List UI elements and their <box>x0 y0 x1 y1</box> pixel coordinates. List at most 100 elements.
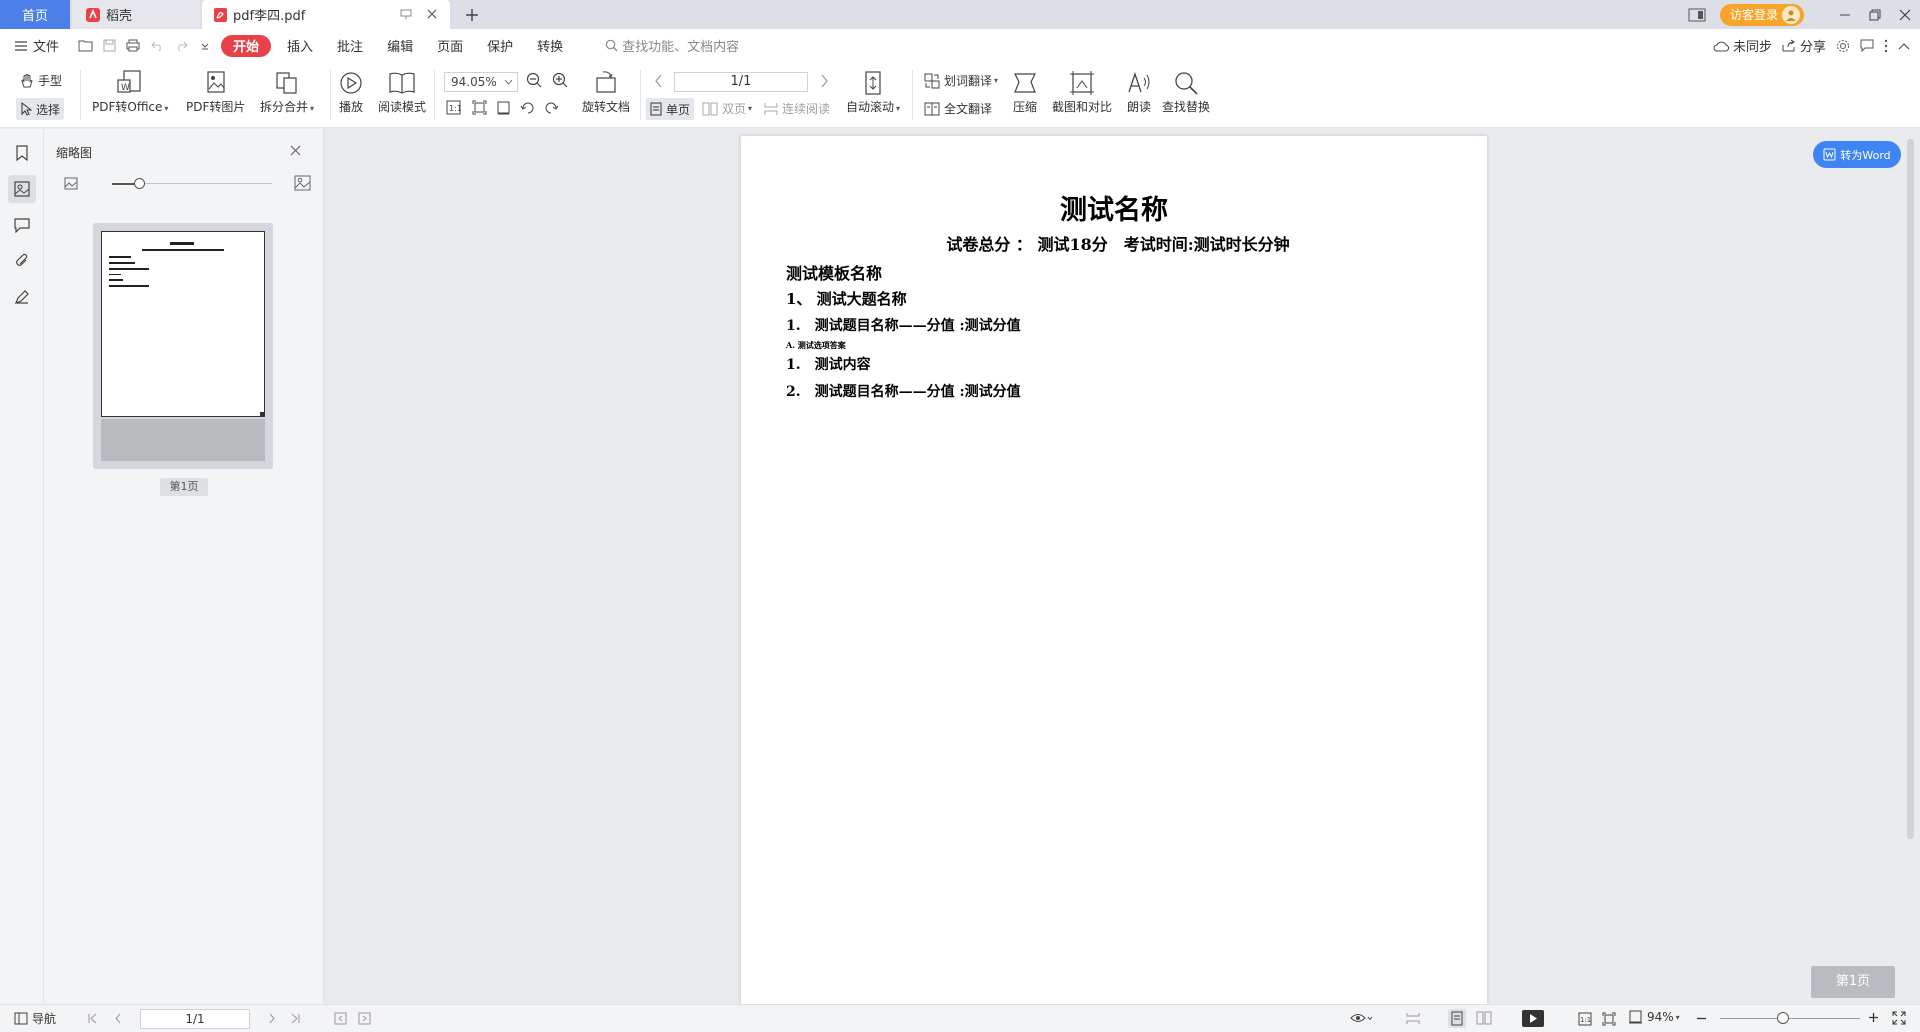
continuous-mode-icon[interactable] <box>1406 1012 1420 1025</box>
double-page-label: 双页 <box>722 102 747 116</box>
zoom-out-icon[interactable] <box>526 72 543 89</box>
search-input[interactable]: 查找功能、文档内容 <box>605 36 739 55</box>
next-page-icon[interactable] <box>820 74 829 88</box>
read-aloud-button[interactable]: 朗读 <box>1126 70 1152 115</box>
forward-icon[interactable] <box>358 1012 371 1025</box>
redo-icon[interactable] <box>169 34 193 58</box>
navigation-button[interactable]: 导航 <box>14 1010 56 1027</box>
more-icon[interactable] <box>1884 39 1888 53</box>
tab-protect[interactable]: 保护 <box>475 35 525 57</box>
tab-home[interactable]: 首页 <box>0 0 70 29</box>
document-page[interactable]: 测试名称 试卷总分 ： 测试18分 考试时间:测试时长分钟 测试模板名称 1、 … <box>741 136 1487 1004</box>
attachment-icon[interactable] <box>8 247 36 275</box>
print-icon[interactable] <box>121 34 145 58</box>
zoom-slider-track[interactable] <box>1720 1018 1860 1019</box>
tab-home-label: 首页 <box>21 9 48 24</box>
minimize-icon[interactable] <box>1830 0 1860 29</box>
slider-knob[interactable] <box>134 178 145 189</box>
prev-page-icon[interactable] <box>114 1013 122 1024</box>
screenshot-compare-button[interactable]: 截图和对比 <box>1052 70 1112 115</box>
tab-edit[interactable]: 编辑 <box>375 35 425 57</box>
tab-pin-icon[interactable] <box>400 8 412 20</box>
word-translate-button[interactable]: 划词翻译 ▾ <box>924 72 998 89</box>
double-mode-icon[interactable] <box>1476 1011 1492 1025</box>
signature-icon[interactable] <box>8 283 36 311</box>
find-replace-button[interactable]: 查找替换 <box>1162 70 1210 115</box>
full-translate-button[interactable]: 全文翻译 <box>924 100 992 117</box>
page-number-input[interactable]: 1/1 <box>674 72 808 92</box>
fit-page-icon[interactable] <box>472 100 487 115</box>
comment-icon[interactable] <box>1860 39 1874 52</box>
continuous-read-button[interactable]: 连续阅读 <box>764 100 830 117</box>
collapse-ribbon-icon[interactable] <box>1898 42 1910 50</box>
login-button[interactable]: 访客登录 <box>1719 3 1804 26</box>
play-button[interactable]: 播放 <box>338 70 364 115</box>
share-button[interactable]: 分享 <box>1782 36 1826 55</box>
tab-page[interactable]: 页面 <box>425 35 475 57</box>
convert-to-word-button[interactable]: 转为Word <box>1813 141 1901 168</box>
double-page-button[interactable]: 双页 ▾ <box>702 100 752 117</box>
close-window-icon[interactable] <box>1890 0 1920 29</box>
prev-page-icon[interactable] <box>654 74 663 88</box>
tab-start[interactable]: 开始 <box>221 34 272 57</box>
tab-insert[interactable]: 插入 <box>275 35 325 57</box>
customize-icon[interactable] <box>193 34 217 58</box>
zoom-out-status-icon[interactable] <box>1696 1013 1707 1024</box>
fit-width-icon[interactable] <box>496 100 511 115</box>
first-page-icon[interactable] <box>88 1013 98 1024</box>
pdf-to-office-button[interactable]: W PDF转Office ▾ <box>92 70 168 115</box>
annotation-icon[interactable] <box>8 211 36 239</box>
fullscreen-icon[interactable] <box>1892 1011 1906 1025</box>
close-icon[interactable] <box>290 145 301 156</box>
tab-convert[interactable]: 转换 <box>525 35 575 57</box>
status-page-input[interactable]: 1/1 <box>140 1009 250 1029</box>
document-viewer[interactable]: 测试名称 试卷总分 ： 测试18分 考试时间:测试时长分钟 测试模板名称 1、 … <box>325 129 1920 1004</box>
open-folder-icon[interactable] <box>73 34 97 58</box>
word-icon <box>1823 148 1836 161</box>
split-merge-button[interactable]: 拆分合并 ▾ <box>260 70 314 115</box>
actual-size-icon[interactable]: 1:1 <box>446 100 461 115</box>
file-menu[interactable]: 文件 <box>14 36 59 55</box>
compress-button[interactable]: 压缩 <box>1012 70 1038 115</box>
read-mode-button[interactable]: 阅读模式 <box>378 70 426 115</box>
tab-daoke[interactable]: 稻壳 <box>72 0 200 29</box>
zoom-select[interactable]: 94.05% <box>444 72 518 92</box>
actual-size-status-icon[interactable]: 1:1 <box>1578 1012 1592 1026</box>
fit-page-status-icon[interactable] <box>1602 1012 1616 1026</box>
auto-scroll-button[interactable]: 自动滚动 ▾ <box>846 70 900 115</box>
zoom-status-select[interactable]: 94% ▾ <box>1628 1010 1680 1024</box>
tab-close-icon[interactable] <box>426 8 438 20</box>
read-aloud-label: 朗读 <box>1126 100 1151 114</box>
layout-icon[interactable] <box>1682 0 1712 29</box>
page-thumbnail[interactable] <box>93 223 273 469</box>
tab-annotate[interactable]: 批注 <box>325 35 375 57</box>
zoom-slider-knob[interactable] <box>1777 1012 1789 1024</box>
single-mode-icon[interactable] <box>1448 1009 1466 1028</box>
svg-text:1:1: 1:1 <box>1580 1016 1591 1024</box>
rotate-right-icon[interactable] <box>544 100 559 115</box>
rotate-left-icon[interactable] <box>520 100 535 115</box>
last-page-icon[interactable] <box>290 1013 300 1024</box>
select-tool-button[interactable]: 选择 <box>16 98 65 120</box>
sync-button[interactable]: 未同步 <box>1713 36 1772 55</box>
new-tab-button[interactable] <box>462 5 482 25</box>
restore-icon[interactable] <box>1860 0 1890 29</box>
save-icon[interactable] <box>97 34 121 58</box>
back-icon[interactable] <box>334 1012 347 1025</box>
thumbnail-size-slider[interactable] <box>64 175 314 193</box>
vertical-scrollbar[interactable] <box>1907 139 1914 839</box>
zoom-in-icon[interactable] <box>552 72 569 89</box>
settings-icon[interactable] <box>1836 39 1850 53</box>
pdf-to-image-button[interactable]: PDF转图片 <box>186 70 245 115</box>
tab-pdf[interactable]: pdf李四.pdf <box>202 0 450 29</box>
next-page-icon[interactable] <box>268 1013 276 1024</box>
single-page-button[interactable]: 单页 <box>646 98 695 120</box>
eye-protect-icon[interactable] <box>1350 1012 1372 1025</box>
hand-tool-button[interactable]: 手型 <box>20 72 62 89</box>
zoom-in-status-icon[interactable] <box>1868 1012 1879 1023</box>
thumbnail-icon[interactable] <box>8 175 36 203</box>
undo-icon[interactable] <box>145 34 169 58</box>
slideshow-icon[interactable] <box>1522 1010 1544 1027</box>
rotate-doc-button[interactable]: 旋转文档 <box>582 70 630 115</box>
bookmark-icon[interactable] <box>8 139 36 167</box>
